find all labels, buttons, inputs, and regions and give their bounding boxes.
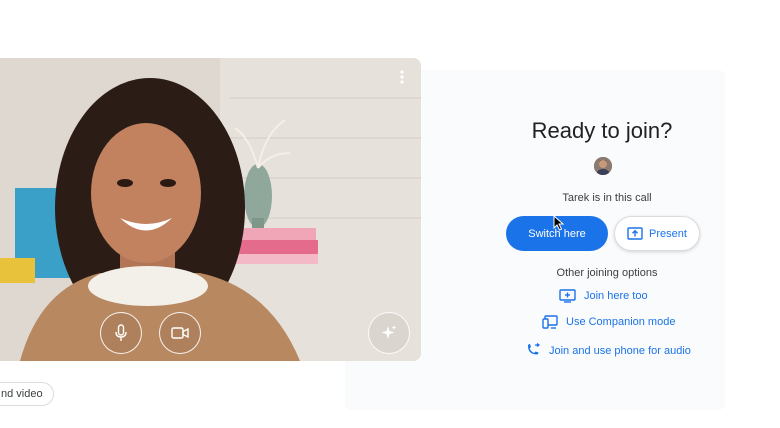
add-to-screen-icon	[559, 289, 576, 303]
present-button[interactable]: Present	[614, 216, 700, 251]
camera-toggle-button[interactable]	[159, 312, 201, 354]
present-label: Present	[649, 227, 687, 240]
phone-audio-link[interactable]: Join and use phone for audio	[526, 343, 691, 358]
visual-effects-button[interactable]	[368, 312, 410, 354]
companion-mode-label: Use Companion mode	[566, 316, 676, 328]
companion-mode-link[interactable]: Use Companion mode	[542, 315, 675, 329]
chip-label: nd video	[1, 388, 43, 400]
phone-audio-label: Join and use phone for audio	[549, 344, 691, 357]
join-here-too-label: Join here too	[584, 290, 648, 302]
meet-prejoin-screen: nd video Ready to join? Tarek is in this…	[0, 0, 780, 428]
mouse-pointer-icon	[553, 215, 565, 231]
camera-feed-image	[0, 58, 421, 361]
check-audio-video-chip[interactable]: nd video	[0, 382, 54, 406]
more-options-icon[interactable]	[391, 66, 413, 88]
avatar	[594, 157, 612, 175]
page-title: Ready to join?	[531, 118, 673, 143]
microphone-toggle-button[interactable]	[100, 312, 142, 354]
sparkle-icon	[381, 325, 397, 339]
video-camera-icon	[171, 327, 189, 339]
self-video-preview	[0, 58, 421, 361]
phone-forward-icon	[528, 343, 541, 355]
join-here-too-link[interactable]: Join here too	[559, 289, 648, 303]
companion-devices-icon	[542, 315, 558, 329]
other-joining-options-heading: Other joining options	[556, 267, 658, 279]
present-screen-icon	[627, 227, 643, 240]
microphone-icon	[115, 324, 127, 341]
in-call-status: Tarek is in this call	[562, 192, 652, 204]
